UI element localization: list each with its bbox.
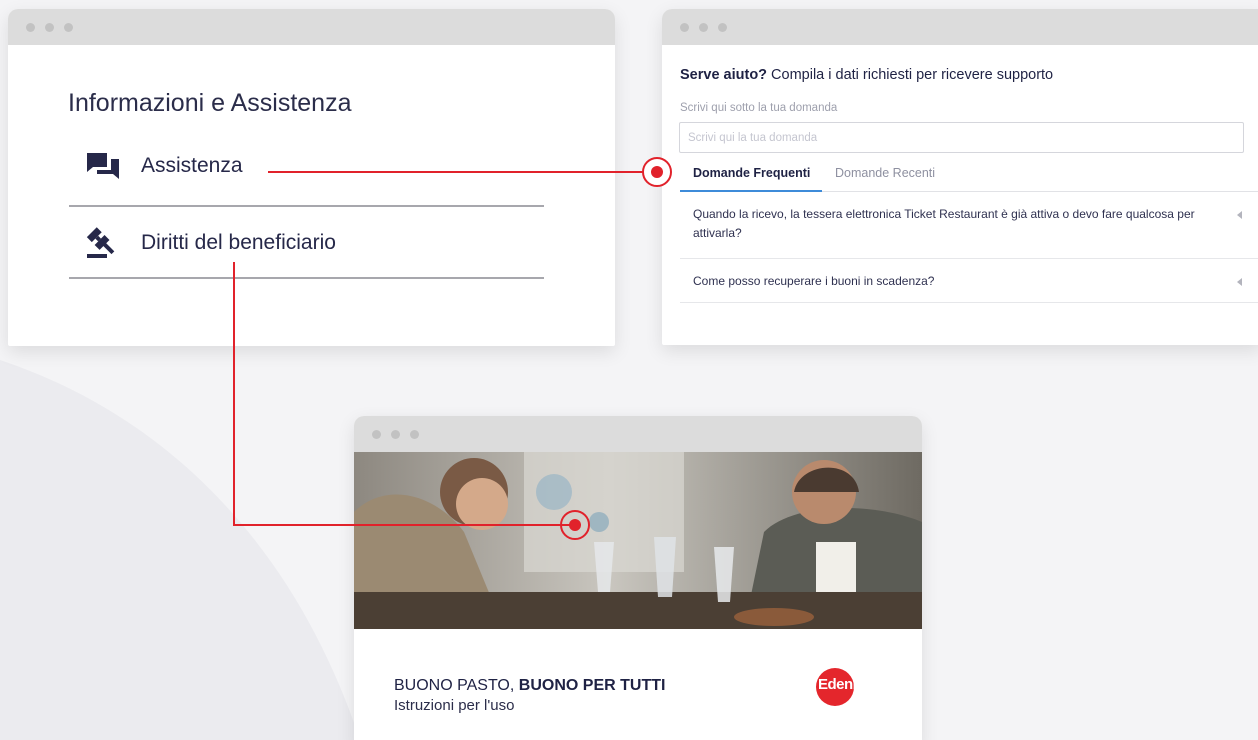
menu-item-label: Assistenza	[141, 154, 243, 177]
window-titlebar	[662, 9, 1258, 45]
support-window: Serve aiuto? Compila i dati richiesti pe…	[662, 9, 1258, 345]
window-titlebar	[354, 416, 922, 452]
faq-item[interactable]: Come posso recuperare i buoni in scadenz…	[680, 259, 1258, 303]
tab-domande-recenti[interactable]: Domande Recenti	[835, 166, 935, 192]
caret-left-icon	[1237, 278, 1242, 286]
logo-text: Edenred	[818, 676, 875, 693]
support-heading-bold: Serve aiuto?	[680, 67, 768, 83]
window-dot	[410, 429, 419, 439]
faq-item[interactable]: Quando la ricevo, la tessera elettronica…	[680, 201, 1258, 259]
faq-question: Quando la ricevo, la tessera elettronica…	[693, 207, 1195, 240]
guide-title-regular: BUONO PASTO,	[394, 677, 519, 694]
gavel-icon	[83, 226, 123, 260]
window-dot	[26, 22, 35, 32]
menu-item-label: Diritti del beneficiario	[141, 231, 336, 254]
chat-bubbles-icon	[83, 149, 123, 183]
menu-item-assistenza[interactable]: Assistenza	[69, 127, 544, 207]
window-dot	[680, 22, 689, 32]
faq-tabs: Domande Frequenti Domande Recenti	[680, 166, 1258, 192]
window-titlebar	[8, 9, 615, 45]
support-heading-text: Compila i dati richiesti per ricevere su…	[767, 67, 1054, 83]
guide-title-bold: BUONO PER TUTTI	[518, 677, 666, 694]
window-dot	[699, 22, 708, 32]
support-heading: Serve aiuto? Compila i dati richiesti pe…	[680, 67, 1053, 83]
window-dot	[64, 22, 73, 32]
faq-question: Come posso recuperare i buoni in scadenz…	[693, 274, 935, 288]
question-label: Scrivi qui sotto la tua domanda	[680, 102, 838, 114]
guide-window: BUONO PASTO, BUONO PER TUTTI Istruzioni …	[354, 416, 922, 740]
info-window: Informazioni e Assistenza Assistenza Dir…	[8, 9, 615, 346]
window-dot	[391, 429, 400, 439]
page-title: Informazioni e Assistenza	[68, 89, 352, 117]
window-dot	[372, 429, 381, 439]
menu-item-diritti[interactable]: Diritti del beneficiario	[69, 209, 544, 279]
guide-subtitle: Istruzioni per l'uso	[394, 697, 515, 714]
window-dot	[718, 22, 727, 32]
guide-title: BUONO PASTO, BUONO PER TUTTI	[394, 677, 665, 695]
caret-left-icon	[1237, 211, 1242, 219]
restaurant-photo	[354, 452, 922, 629]
tab-domande-frequenti[interactable]: Domande Frequenti	[680, 166, 822, 192]
question-input[interactable]	[679, 122, 1244, 153]
window-dot	[45, 22, 54, 32]
edenred-logo: Edenred	[816, 666, 894, 706]
